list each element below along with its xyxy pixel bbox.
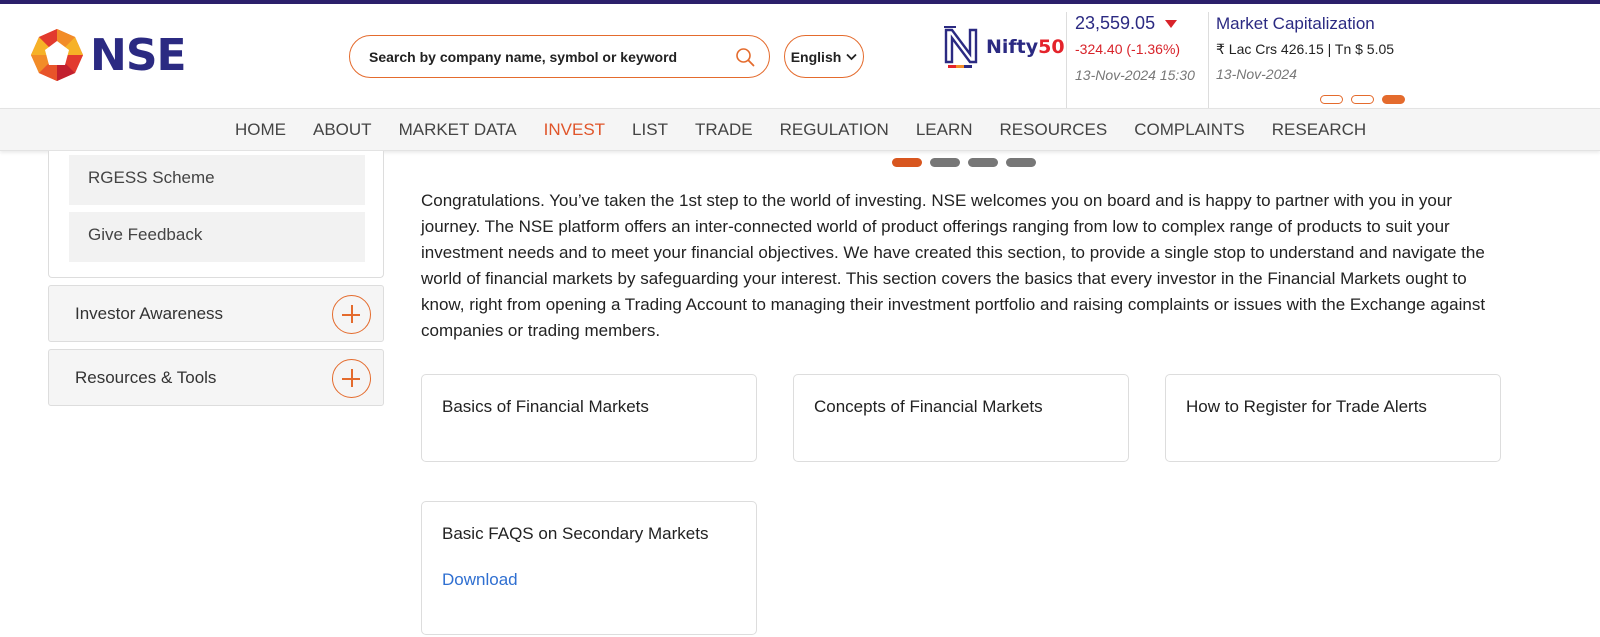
logo-text: NSE bbox=[90, 29, 187, 81]
nav-item-invest[interactable]: INVEST bbox=[544, 120, 605, 140]
nifty-date: 13-Nov-2024 15:30 bbox=[1075, 67, 1195, 83]
card-basic-faqs-secondary-markets: Basic FAQS on Secondary Markets Download bbox=[421, 501, 757, 635]
sidebar-item-give-feedback[interactable]: Give Feedback bbox=[69, 212, 365, 262]
card-title: How to Register for Trade Alerts bbox=[1186, 397, 1427, 416]
nifty-value-text: 23,559.05 bbox=[1075, 13, 1156, 33]
nifty50-logo[interactable]: Nifty50 bbox=[943, 24, 1065, 70]
market-cap-date: 13-Nov-2024 bbox=[1216, 66, 1297, 82]
header-divider bbox=[1208, 12, 1209, 108]
chevron-down-icon bbox=[846, 53, 857, 60]
market-cap-title[interactable]: Market Capitalization bbox=[1216, 14, 1375, 34]
nav-item-about[interactable]: ABOUT bbox=[313, 120, 372, 140]
plus-icon[interactable] bbox=[332, 359, 371, 398]
ticker-dot[interactable] bbox=[1351, 95, 1374, 104]
carousel-dot[interactable] bbox=[1006, 158, 1036, 167]
market-cap-value: ₹ Lac Crs 426.15 | Tn $ 5.05 bbox=[1216, 41, 1395, 57]
language-select[interactable]: English bbox=[784, 35, 864, 78]
nav-item-research[interactable]: RESEARCH bbox=[1272, 120, 1366, 140]
carousel-dot[interactable] bbox=[930, 158, 960, 167]
download-link[interactable]: Download bbox=[442, 570, 518, 590]
nifty-n-icon bbox=[944, 26, 978, 68]
nifty-logo-word: Nifty bbox=[986, 36, 1039, 58]
card-title: Concepts of Financial Markets bbox=[814, 397, 1043, 416]
nifty-change: -324.40 (-1.36%) bbox=[1075, 41, 1181, 57]
ticker-dot[interactable] bbox=[1320, 95, 1343, 104]
header-divider bbox=[1066, 12, 1067, 108]
carousel-pagination bbox=[892, 158, 1036, 167]
intro-paragraph: Congratulations. You’ve taken the 1st st… bbox=[421, 191, 1486, 340]
card-concepts-financial-markets[interactable]: Concepts of Financial Markets bbox=[793, 374, 1129, 462]
plus-icon[interactable] bbox=[332, 295, 371, 334]
nifty-logo-text: Nifty50 bbox=[986, 36, 1065, 58]
card-title: Basics of Financial Markets bbox=[442, 397, 649, 416]
nse-logo[interactable]: NSE bbox=[30, 28, 187, 82]
nav-item-regulation[interactable]: REGULATION bbox=[780, 120, 889, 140]
accordion-label: Investor Awareness bbox=[75, 304, 224, 323]
ticker-pagination bbox=[1320, 95, 1405, 104]
down-arrow-icon bbox=[1165, 19, 1178, 28]
nav-item-market-data[interactable]: MARKET DATA bbox=[399, 120, 517, 140]
sidebar-submenu: RGESS Scheme Give Feedback bbox=[48, 151, 384, 278]
site-header: NSE English Nifty50 23,559.05 -324.40 (-… bbox=[0, 4, 1600, 108]
nav-list: HOME ABOUT MARKET DATA INVEST LIST TRADE REGUL… bbox=[235, 120, 1393, 140]
card-basics-financial-markets[interactable]: Basics of Financial Markets bbox=[421, 374, 757, 462]
nav-item-resources[interactable]: RESOURCES bbox=[1000, 120, 1108, 140]
ticker-dot-active[interactable] bbox=[1382, 95, 1405, 104]
nav-item-trade[interactable]: TRADE bbox=[695, 120, 753, 140]
accordion-label: Resources & Tools bbox=[75, 368, 217, 387]
accordion-resources-tools[interactable]: Resources & Tools bbox=[48, 349, 384, 406]
card-register-trade-alerts[interactable]: How to Register for Trade Alerts bbox=[1165, 374, 1501, 462]
nse-logo-icon bbox=[31, 29, 83, 81]
nifty-value[interactable]: 23,559.05 bbox=[1075, 13, 1178, 34]
nav-item-learn[interactable]: LEARN bbox=[916, 120, 973, 140]
nav-item-complaints[interactable]: COMPLAINTS bbox=[1134, 120, 1245, 140]
card-title: Basic FAQS on Secondary Markets bbox=[442, 524, 709, 543]
search-icon[interactable] bbox=[735, 47, 755, 67]
main-nav: HOME ABOUT MARKET DATA INVEST LIST TRADE REGUL… bbox=[0, 108, 1600, 151]
search-box[interactable] bbox=[349, 35, 770, 78]
carousel-dot[interactable] bbox=[968, 158, 998, 167]
language-label: English bbox=[790, 48, 842, 65]
accordion-investor-awareness[interactable]: Investor Awareness bbox=[48, 285, 384, 342]
sidebar-item-rgess-scheme[interactable]: RGESS Scheme bbox=[69, 155, 365, 205]
nifty-logo-suffix: 50 bbox=[1038, 36, 1065, 58]
search-input[interactable] bbox=[369, 48, 729, 65]
carousel-dot-active[interactable] bbox=[892, 158, 922, 167]
nav-item-home[interactable]: HOME bbox=[235, 120, 286, 140]
nav-item-list[interactable]: LIST bbox=[632, 120, 668, 140]
